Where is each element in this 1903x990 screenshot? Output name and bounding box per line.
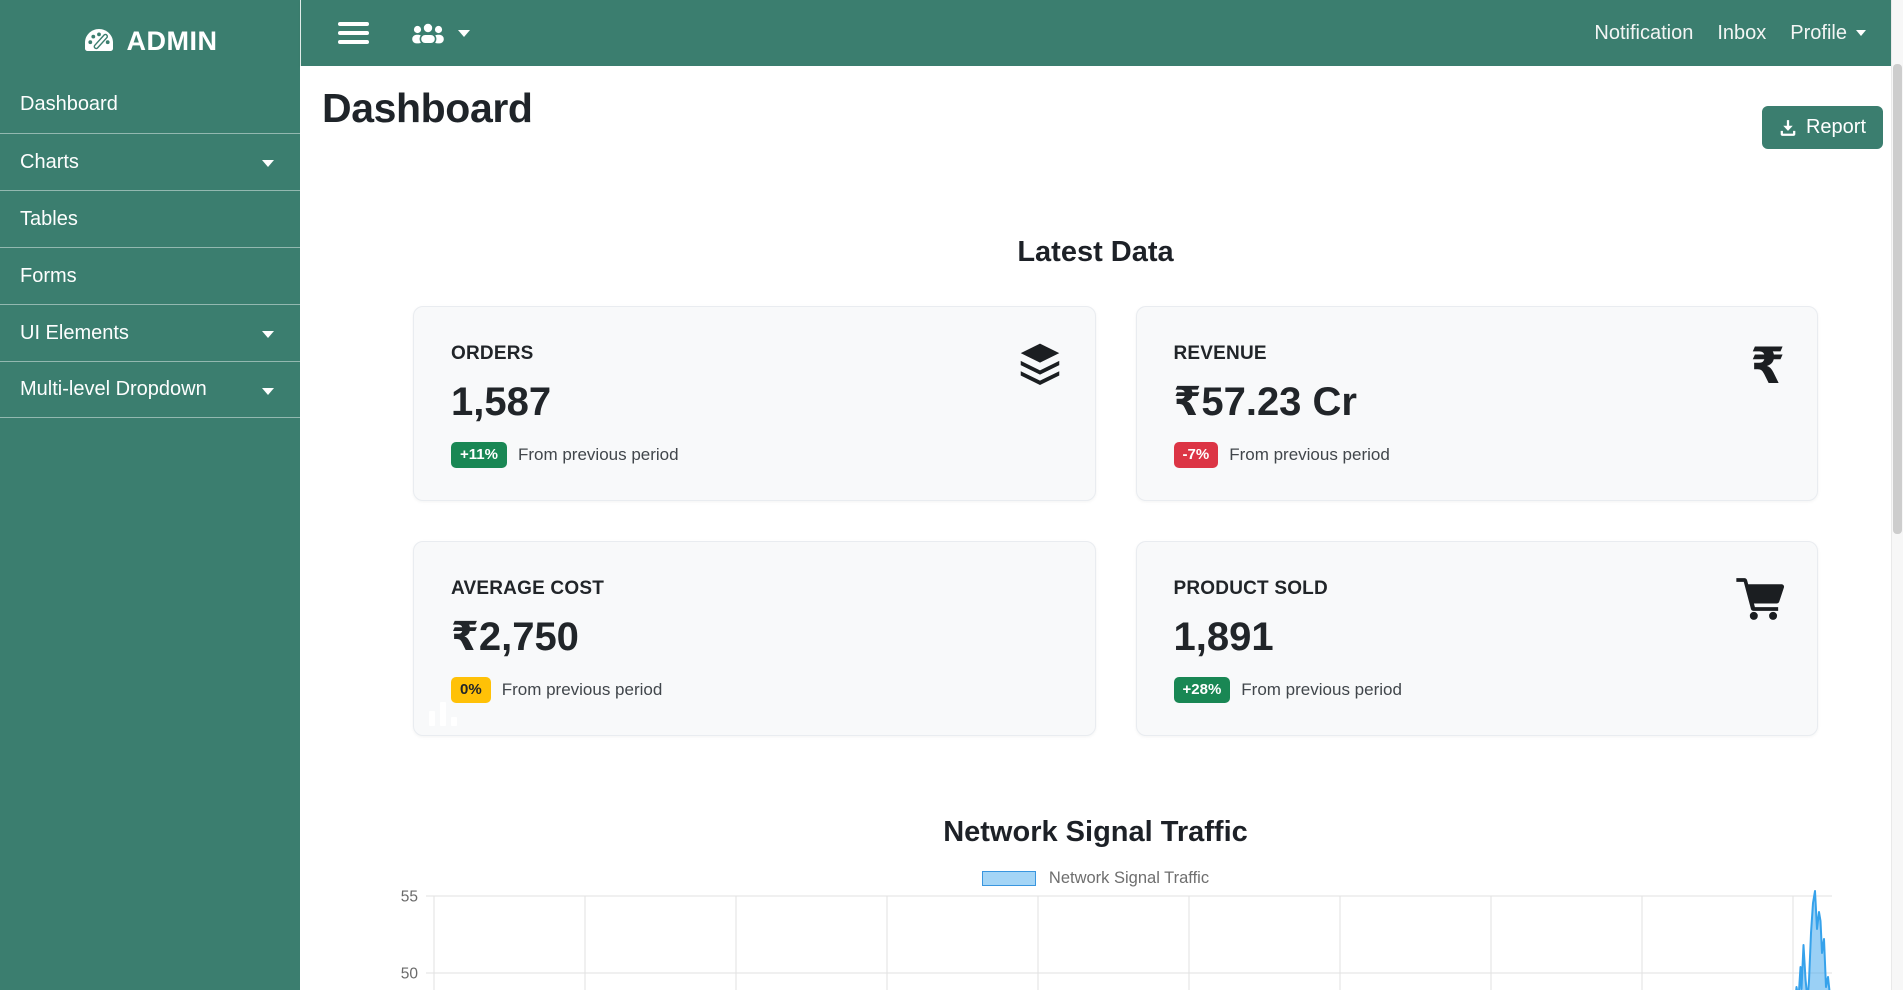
sidebar-item-charts[interactable]: Charts xyxy=(0,133,300,190)
sidebar-item-label: Dashboard xyxy=(20,93,118,116)
card-label: ORDERS xyxy=(451,343,1061,365)
chevron-down-icon xyxy=(262,160,274,167)
sidebar-item-forms[interactable]: Forms xyxy=(0,247,300,304)
notification-link[interactable]: Notification xyxy=(1594,22,1693,45)
chart-title: Network Signal Traffic xyxy=(300,815,1891,849)
sidebar-item-tables[interactable]: Tables xyxy=(0,190,300,247)
chevron-down-icon xyxy=(458,30,470,37)
legend-label: Network Signal Traffic xyxy=(1049,869,1209,888)
legend-swatch xyxy=(982,871,1036,886)
trend-note: From previous period xyxy=(1229,445,1390,465)
brand[interactable]: ADMIN xyxy=(0,0,300,76)
sidebar-item-label: UI Elements xyxy=(20,322,129,345)
card-footer: +11% From previous period xyxy=(451,442,1061,468)
page-header: Dashboard Report xyxy=(300,66,1891,149)
page-title: Dashboard xyxy=(322,84,533,133)
trend-note: From previous period xyxy=(518,445,679,465)
sidebar-nav: Dashboard Charts Tables Forms UI Element… xyxy=(0,76,300,418)
chart-gridlines xyxy=(426,896,1832,990)
card-label: AVERAGE COST xyxy=(451,578,1061,600)
sidebar-item-label: Multi-level Dropdown xyxy=(20,378,207,401)
orders-card: ORDERS 1,587 +11% From previous period xyxy=(413,306,1096,501)
hamburger-icon[interactable] xyxy=(338,22,369,45)
inbox-label: Inbox xyxy=(1717,22,1766,45)
vertical-scrollbar-track[interactable] xyxy=(1891,0,1903,990)
admin-dashboard-page: { "theme": { "primary": "#3b7e6f", "succ… xyxy=(0,0,1903,990)
notification-label: Notification xyxy=(1594,22,1693,45)
card-label: REVENUE xyxy=(1174,343,1784,365)
cart-icon xyxy=(1735,576,1785,620)
topbar: Notification Inbox Profile xyxy=(300,0,1891,66)
report-button-label: Report xyxy=(1806,116,1866,139)
sidebar: ADMIN Dashboard Charts Tables Forms UI E… xyxy=(0,0,300,990)
profile-label: Profile xyxy=(1790,22,1847,45)
sidebar-item-label: Forms xyxy=(20,265,77,288)
trend-note: From previous period xyxy=(502,680,663,700)
layers-icon xyxy=(1017,341,1063,387)
sidebar-item-label: Tables xyxy=(20,208,78,231)
trend-badge: -7% xyxy=(1174,442,1219,468)
topbar-links: Notification Inbox Profile xyxy=(1594,22,1866,45)
card-footer: 0% From previous period xyxy=(451,677,1061,703)
y-tick-55: 55 xyxy=(401,889,418,906)
profile-dropdown-toggle[interactable]: Profile xyxy=(1790,22,1866,45)
average-cost-card: AVERAGE COST ₹2,750 0% From previous per… xyxy=(413,541,1096,736)
traffic-area-series xyxy=(1795,891,1831,990)
sidebar-item-label: Charts xyxy=(20,151,79,174)
brand-title: ADMIN xyxy=(127,26,218,57)
y-tick-50: 50 xyxy=(401,966,419,983)
card-value: ₹57.23 Cr xyxy=(1174,379,1784,425)
inbox-link[interactable]: Inbox xyxy=(1717,22,1766,45)
users-dropdown-toggle[interactable] xyxy=(410,21,470,45)
network-signal-traffic-chart: 55 50 xyxy=(380,883,1832,990)
chevron-down-icon xyxy=(262,388,274,395)
main-content: Dashboard Report Latest Data ORDERS 1,58… xyxy=(300,66,1891,990)
trend-note: From previous period xyxy=(1241,680,1402,700)
card-value: 1,587 xyxy=(451,379,1061,425)
product-sold-card: PRODUCT SOLD 1,891 +28% From previous pe… xyxy=(1136,541,1819,736)
revenue-card: REVENUE ₹57.23 Cr -7% From previous peri… xyxy=(1136,306,1819,501)
trend-badge: +11% xyxy=(451,442,507,468)
people-icon xyxy=(410,21,446,45)
card-label: PRODUCT SOLD xyxy=(1174,578,1784,600)
trend-badge: +28% xyxy=(1174,677,1231,703)
card-footer: -7% From previous period xyxy=(1174,442,1784,468)
sidebar-item-multilevel-dropdown[interactable]: Multi-level Dropdown xyxy=(0,361,300,418)
download-icon xyxy=(1779,119,1797,137)
report-button[interactable]: Report xyxy=(1762,106,1883,149)
rupee-icon: ₹ xyxy=(1750,341,1785,391)
sidebar-item-ui-elements[interactable]: UI Elements xyxy=(0,304,300,361)
gauge-icon xyxy=(83,27,115,55)
chevron-down-icon xyxy=(1856,30,1866,36)
sidebar-item-dashboard[interactable]: Dashboard xyxy=(0,76,300,133)
card-value: 1,891 xyxy=(1174,614,1784,660)
latest-data-heading: Latest Data xyxy=(300,235,1891,269)
vertical-scrollbar-thumb[interactable] xyxy=(1893,64,1902,534)
stat-cards: ORDERS 1,587 +11% From previous period R… xyxy=(413,306,1818,736)
chevron-down-icon xyxy=(262,331,274,338)
card-footer: +28% From previous period xyxy=(1174,677,1784,703)
card-value: ₹2,750 xyxy=(451,614,1061,660)
trend-badge: 0% xyxy=(451,677,491,703)
